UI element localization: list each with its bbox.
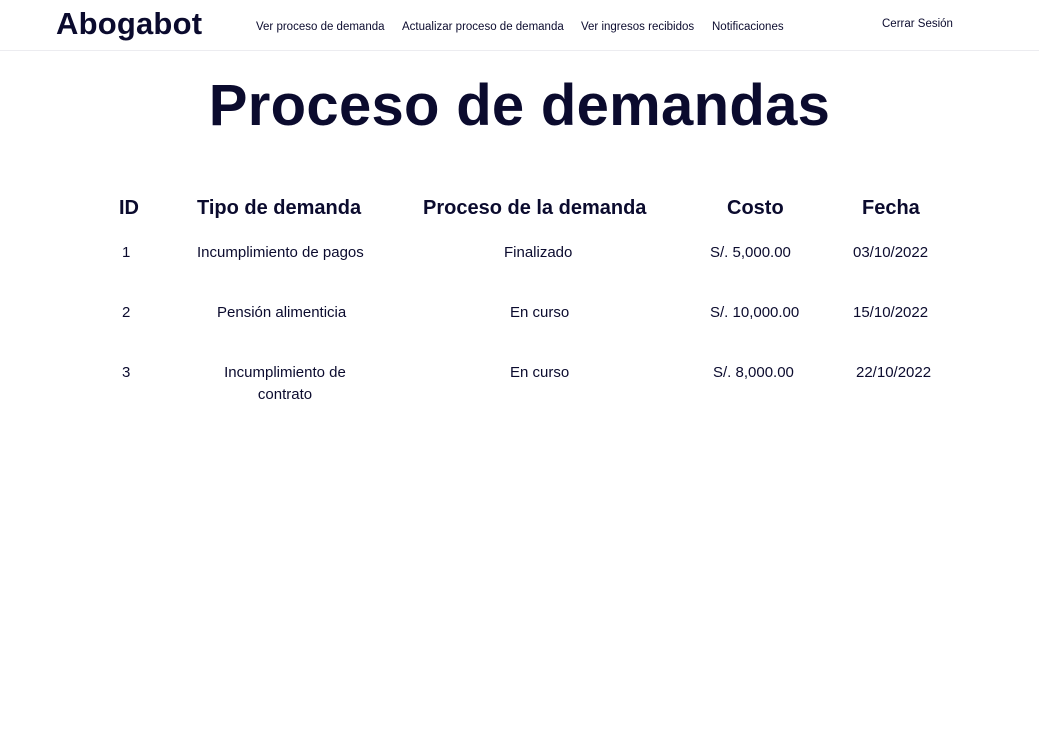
logout-button[interactable]: Cerrar Sesión <box>882 18 953 30</box>
nav-notificaciones[interactable]: Notificaciones <box>712 21 784 33</box>
nav-ver-proceso-demanda[interactable]: Ver proceso de demanda <box>256 21 385 33</box>
column-header-id: ID <box>119 197 139 219</box>
cell-id: 1 <box>122 244 131 261</box>
cell-costo: S/. 10,000.00 <box>710 304 800 321</box>
cell-tipo: Incumplimiento de contrato <box>224 364 346 403</box>
top-navbar: Abogabot Ver proceso de demanda Actualiz… <box>0 0 1039 51</box>
page-title: Proceso de demandas <box>208 73 831 138</box>
cell-proceso: Finalizado <box>504 244 573 261</box>
cell-fecha: 03/10/2022 <box>853 244 929 261</box>
column-header-proceso: Proceso de la demanda <box>423 197 647 219</box>
cell-fecha: 22/10/2022 <box>856 364 932 381</box>
cell-proceso: En curso <box>510 364 570 381</box>
brand-logo[interactable]: Abogabot <box>56 6 202 42</box>
cell-costo: S/. 8,000.00 <box>713 364 794 381</box>
column-header-fecha: Fecha <box>862 197 920 219</box>
cell-fecha: 15/10/2022 <box>853 304 929 321</box>
column-header-costo: Costo <box>727 197 784 219</box>
cell-id: 2 <box>122 304 131 321</box>
cell-id: 3 <box>122 364 131 381</box>
nav-actualizar-proceso-demanda[interactable]: Actualizar proceso de demanda <box>402 21 564 33</box>
cell-proceso: En curso <box>510 304 570 321</box>
cell-tipo: Incumplimiento de pagos <box>197 244 364 261</box>
nav-ver-ingresos-recibidos[interactable]: Ver ingresos recibidos <box>581 21 694 33</box>
cell-tipo: Pensión alimenticia <box>217 304 347 321</box>
column-header-tipo: Tipo de demanda <box>197 197 362 219</box>
cell-costo: S/. 5,000.00 <box>710 244 791 261</box>
